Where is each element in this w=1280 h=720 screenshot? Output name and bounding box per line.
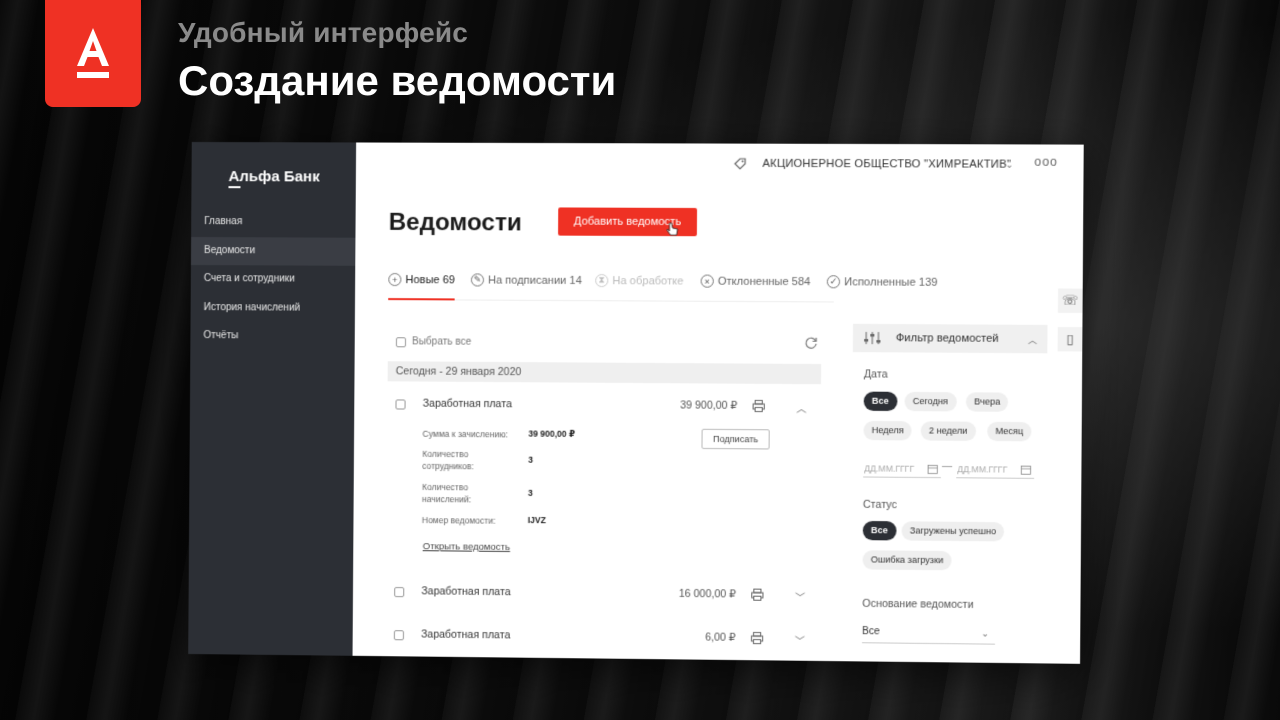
row-checkbox[interactable] [394, 630, 404, 640]
page-title: Ведомости [389, 209, 522, 238]
sign-button[interactable]: Подписать [701, 429, 769, 450]
chevron-up-icon: ︿ [1028, 332, 1037, 345]
tab-label: Исполненные 139 [844, 276, 938, 289]
table-row[interactable]: Заработная плата 6,00 ₽ ﹀ [394, 624, 819, 651]
book-icon[interactable]: ▯ [1058, 327, 1083, 351]
app-window: Альфа Банк Главная Ведомости Счета и сот… [188, 142, 1084, 664]
more-icon[interactable]: ooo [1034, 155, 1058, 169]
plus-icon: + [388, 273, 401, 286]
row-amount: 16 000,00 ₽ [679, 588, 736, 601]
status-pill-error[interactable]: Ошибка загрузки [863, 550, 952, 570]
tabs-divider [388, 299, 834, 302]
printer-icon[interactable] [752, 399, 766, 413]
table-row[interactable]: Заработная плата 39 900,00 ₽ ︿ [395, 393, 820, 418]
printer-icon[interactable] [750, 631, 764, 645]
hand-cursor-icon [666, 222, 678, 236]
tab-rejected[interactable]: × Отклоненные 584 [701, 275, 811, 289]
sidebar-item-statements[interactable]: Ведомости [191, 237, 356, 266]
chevron-down-icon: ⌄ [981, 622, 989, 644]
headline-subtitle: Удобный интерфейс [178, 17, 468, 49]
refresh-icon[interactable] [804, 336, 818, 350]
filter-status-label: Статус [863, 499, 897, 511]
detail-accruals-value: 3 [528, 488, 533, 498]
tab-label: На подписании 14 [488, 274, 582, 287]
base-select-value: Все [862, 626, 880, 637]
detail-sum-label: Сумма к зачислению: [422, 428, 508, 441]
phone-icon[interactable]: ☏ [1058, 288, 1083, 312]
date-pill-all[interactable]: Все [864, 392, 897, 411]
chevron-down-icon[interactable]: ﹀ [795, 589, 805, 604]
chevron-up-icon[interactable]: ︿ [796, 400, 806, 415]
sidebar-item-accounts[interactable]: Счета и сотрудники [191, 265, 356, 294]
tab-executed[interactable]: ✓ Исполненные 139 [827, 275, 938, 289]
detail-number-label: Номер ведомости: [422, 514, 496, 527]
detail-number-value: IJVZ [528, 515, 546, 525]
row-name: Заработная плата [423, 398, 512, 411]
select-all[interactable]: Выбрать все [396, 336, 471, 348]
filter-date-label: Дата [864, 368, 888, 380]
row-amount: 39 900,00 ₽ [680, 399, 737, 412]
tag-icon[interactable] [732, 156, 748, 172]
hourglass-icon: ⧗ [595, 274, 608, 287]
filter-title: Фильтр ведомостей [896, 332, 999, 345]
date-range-dash: — [942, 461, 952, 472]
date-to-input[interactable]: ДД.ММ.ГГГГ [956, 460, 1034, 479]
sidebar-item-history[interactable]: История начислений [191, 294, 356, 323]
main-content: АКЦИОНЕРНОЕ ОБЩЕСТВО "ХИМРЕАКТИВ" ⌄ ooo … [353, 142, 1084, 663]
brand-underline [228, 186, 240, 188]
status-pill-all[interactable]: Все [863, 521, 896, 541]
sidebar-nav: Главная Ведомости Счета и сотрудники Ист… [190, 208, 355, 352]
detail-employees-label: Количество сотрудников: [422, 448, 503, 473]
row-checkbox[interactable] [394, 587, 404, 597]
select-all-checkbox[interactable] [396, 337, 406, 347]
filter-toggle[interactable]: Фильтр ведомостей ︿ [853, 324, 1048, 353]
date-pill-today[interactable]: Сегодня [905, 392, 957, 412]
tab-label: Новые 69 [405, 274, 455, 286]
row-name: Заработная плата [421, 628, 510, 641]
sidebar-item-reports[interactable]: Отчёты [190, 322, 355, 352]
tab-label: Отклоненные 584 [718, 275, 811, 288]
sidebar: Альфа Банк Главная Ведомости Счета и сот… [188, 142, 356, 656]
filter-base-label: Основание ведомости [862, 598, 973, 611]
tab-label: На обработке [612, 275, 683, 287]
pen-icon: ✎ [471, 273, 484, 286]
calendar-icon[interactable] [1021, 465, 1031, 475]
date-pill-yesterday[interactable]: Вчера [966, 392, 1009, 412]
detail-accruals-label: Количество начислений: [422, 481, 503, 506]
close-icon: × [701, 275, 714, 288]
tab-new[interactable]: + Новые 69 [388, 273, 455, 286]
tab-processing[interactable]: ⧗ На обработке [595, 274, 683, 288]
date-pill-two-weeks[interactable]: 2 недели [921, 421, 976, 441]
open-statement-link[interactable]: Открыть ведомость [423, 541, 510, 553]
row-checkbox[interactable] [395, 399, 405, 409]
table-row[interactable]: Заработная плата 16 000,00 ₽ ﹀ [394, 581, 819, 607]
status-pill-success[interactable]: Загружены успешно [902, 521, 1005, 541]
check-icon: ✓ [827, 275, 840, 288]
calendar-icon[interactable] [928, 464, 938, 474]
printer-icon[interactable] [750, 588, 764, 602]
detail-employees-value: 3 [528, 455, 533, 465]
headline-title: Создание ведомости [178, 57, 616, 105]
detail-sum-value: 39 900,00 ₽ [528, 429, 575, 440]
sliders-icon [863, 331, 881, 345]
date-pill-month[interactable]: Месяц [987, 422, 1031, 442]
brand-name[interactable]: Альфа Банк [228, 168, 319, 185]
row-name: Заработная плата [421, 585, 510, 598]
date-from-input[interactable]: ДД.ММ.ГГГГ [863, 459, 941, 478]
chevron-down-icon[interactable]: ﹀ [795, 632, 805, 647]
date-from-placeholder: ДД.ММ.ГГГГ [864, 463, 914, 474]
company-selector[interactable]: АКЦИОНЕРНОЕ ОБЩЕСТВО "ХИМРЕАКТИВ" [762, 158, 1011, 171]
base-select[interactable]: Все ⌄ [862, 621, 995, 645]
active-tab-indicator [388, 298, 454, 300]
date-to-placeholder: ДД.ММ.ГГГГ [957, 464, 1007, 475]
date-pill-week[interactable]: Неделя [863, 421, 912, 441]
alfa-a-icon [71, 26, 115, 82]
tab-signing[interactable]: ✎ На подписании 14 [471, 273, 582, 287]
sidebar-item-main[interactable]: Главная [191, 208, 356, 237]
date-group-header: Сегодня - 29 января 2020 [388, 361, 822, 384]
row-amount: 6,00 ₽ [705, 631, 736, 643]
chevron-down-icon[interactable]: ⌄ [1006, 160, 1014, 171]
select-all-label: Выбрать все [412, 336, 471, 347]
alfa-logo [45, 0, 141, 107]
